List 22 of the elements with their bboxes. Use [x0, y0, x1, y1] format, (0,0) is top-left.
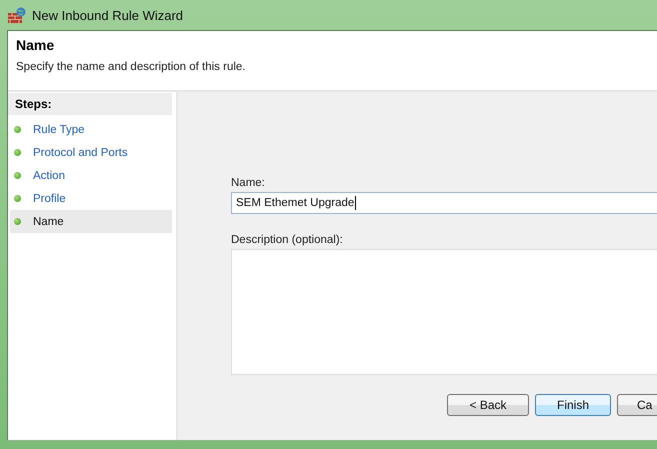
- finish-button[interactable]: Finish: [535, 394, 611, 416]
- step-item[interactable]: Profile: [10, 187, 172, 210]
- firewall-icon: [8, 7, 26, 23]
- description-field[interactable]: [231, 249, 657, 375]
- wizard-button[interactable]: < Back: [447, 394, 529, 416]
- field-label: Description (optional):: [231, 234, 343, 246]
- step-bullet-icon: [14, 195, 21, 202]
- step-bullet-icon: [14, 149, 21, 156]
- step-bullet-icon: [14, 172, 21, 179]
- step-item[interactable]: Action: [10, 164, 172, 187]
- step-bullet-icon: [14, 126, 21, 133]
- page-heading: Name: [16, 37, 56, 53]
- field-label: Name:: [231, 177, 265, 189]
- steps-heading: Steps:: [8, 93, 172, 115]
- step-item[interactable]: Protocol and Ports: [10, 141, 172, 164]
- step-item[interactable]: Rule Type: [10, 118, 172, 141]
- window-title: New Inbound Rule Wizard: [32, 8, 184, 22]
- step-item[interactable]: Name: [10, 210, 172, 233]
- step-bullet-icon: [14, 218, 21, 225]
- name-field[interactable]: SEM Ethemet Upgrade: [231, 192, 657, 214]
- wizard-button[interactable]: Ca: [617, 394, 657, 416]
- page-description: Specify the name and description of this rule.: [16, 61, 246, 73]
